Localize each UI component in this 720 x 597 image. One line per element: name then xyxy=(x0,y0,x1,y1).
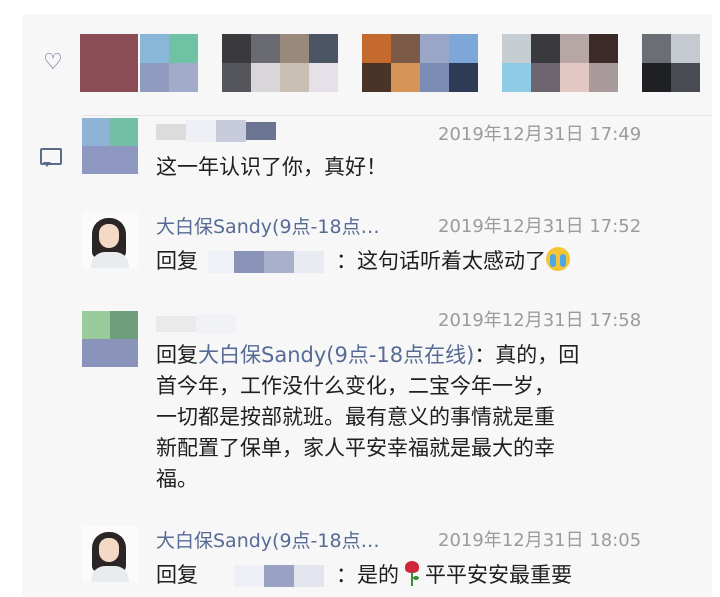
comment-timestamp: 2019年12月31日 18:05 xyxy=(438,530,642,551)
text-line: 新配置了保单，家人平安幸福就是最大的幸 xyxy=(156,436,555,460)
comment-timestamp: 2019年12月31日 17:58 xyxy=(438,310,642,331)
reply-text: ：这句话听着太感动了 xyxy=(336,249,546,273)
comment-text: 这一年认识了你，真好！ xyxy=(156,155,387,179)
comment-icon xyxy=(40,148,62,167)
author-name[interactable]: 大白保Sandy(9点-18点… xyxy=(156,526,380,553)
text-line: ：真的，回 xyxy=(474,343,580,367)
author-name[interactable]: 大白保Sandy(9点-18点… xyxy=(156,212,380,239)
like-avatar[interactable] xyxy=(80,34,138,92)
reply-target-redacted[interactable] xyxy=(204,251,330,273)
author-avatar[interactable] xyxy=(82,526,138,582)
commenter-avatar[interactable] xyxy=(82,311,138,367)
likes-row: ♡ xyxy=(22,14,712,110)
comment-text: 回复 ：是的 平平安安最重要 xyxy=(156,560,572,591)
comment-timestamp: 2019年12月31日 17:49 xyxy=(438,124,642,145)
like-avatar[interactable] xyxy=(280,34,338,92)
commenter-name-redacted[interactable] xyxy=(156,314,252,334)
reply-prefix: 回复 xyxy=(156,563,198,587)
reply-target-name[interactable]: 大白保Sandy(9点-18点在线) xyxy=(198,343,474,367)
text-line: 福。 xyxy=(156,467,198,491)
comment-text: 回复大白保Sandy(9点-18点在线)：真的，回 首今年，工作没什么变化，二宝… xyxy=(156,340,676,495)
like-avatar[interactable] xyxy=(420,34,478,92)
heart-icon: ♡ xyxy=(43,50,63,75)
text-line: 首今年，工作没什么变化，二宝今年一岁， xyxy=(156,374,555,398)
reply-prefix: 回复 xyxy=(156,343,198,367)
divider xyxy=(82,115,712,116)
author-avatar[interactable] xyxy=(82,212,138,268)
reply-target-redacted[interactable] xyxy=(204,565,330,587)
commenter-name-redacted[interactable] xyxy=(156,120,280,142)
like-avatar[interactable] xyxy=(560,34,618,92)
like-avatar[interactable] xyxy=(140,34,198,92)
commenter-avatar[interactable] xyxy=(82,118,138,174)
rose-emoji xyxy=(403,561,421,587)
like-avatar[interactable] xyxy=(642,34,700,92)
crying-face-emoji xyxy=(546,247,570,271)
text-line: 一切都是按部就班。最有意义的事情就是重 xyxy=(156,405,555,429)
reply-prefix: 回复 xyxy=(156,249,198,273)
reply-text: ：是的 xyxy=(336,563,399,587)
like-avatar[interactable] xyxy=(502,34,560,92)
like-avatar[interactable] xyxy=(222,34,280,92)
comment-timestamp: 2019年12月31日 17:52 xyxy=(438,216,642,237)
reply-text: 平平安安最重要 xyxy=(425,563,572,587)
comment-text: 回复 ：这句话听着太感动了 xyxy=(156,246,570,277)
like-avatar[interactable] xyxy=(362,34,420,92)
moments-interaction-panel: ♡ 2019年12月31日 17:49 这一年认识了你，真好！ 大白保Sandy… xyxy=(22,14,712,597)
